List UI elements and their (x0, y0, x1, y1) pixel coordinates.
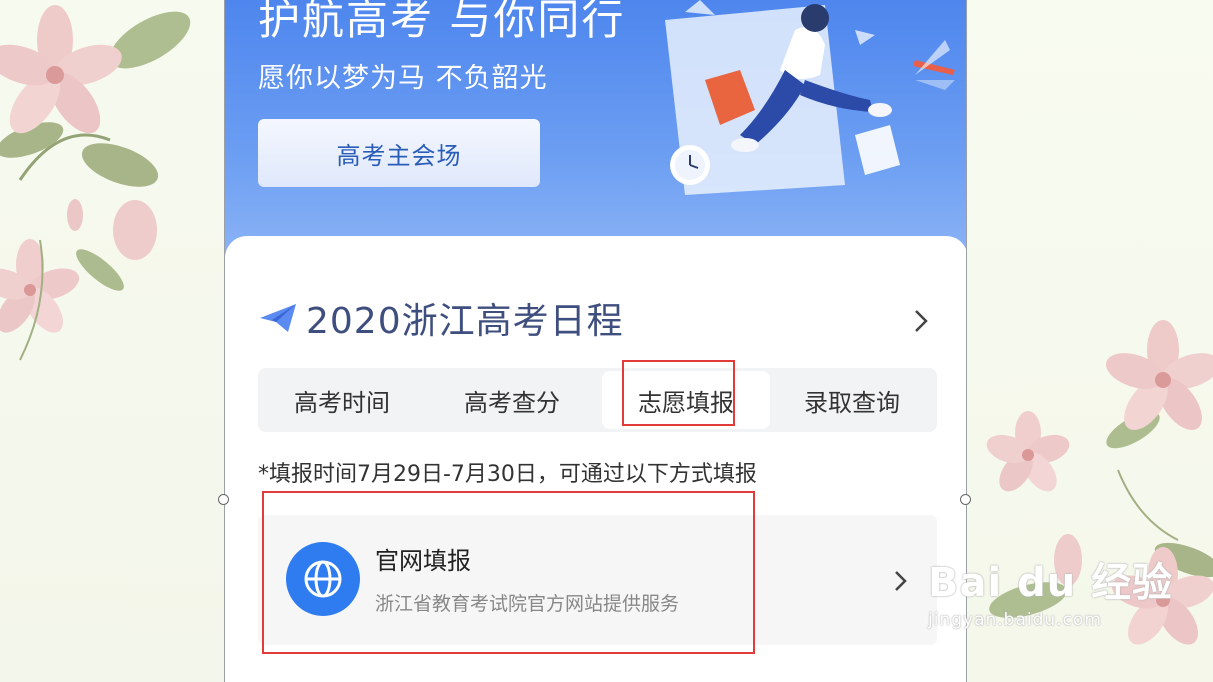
paper-plane-icon (260, 304, 296, 332)
resize-handle-left[interactable] (218, 494, 229, 505)
watermark-brand: Bai du 经验 (928, 560, 1174, 606)
gaokao-banner: 护航高考 与你同行 愿你以梦为马 不负韶光 高考主会场 (225, 0, 966, 260)
baidu-jingyan-watermark: Bai du 经验 jingyan.baidu.com (928, 550, 1173, 630)
resize-handle-right[interactable] (960, 494, 971, 505)
option-highlight-box (262, 491, 755, 654)
schedule-tabs: 高考时间 高考查分 志愿填报 录取查询 (258, 368, 937, 432)
card-title: 2020浙江高考日程 (306, 301, 624, 342)
application-note: *填报时间7月29日-7月30日，可通过以下方式填报 (258, 462, 757, 487)
chevron-right-icon[interactable] (913, 308, 929, 334)
tab-score-query[interactable]: 高考查分 (428, 368, 596, 432)
option-chevron-right-icon[interactable] (893, 569, 907, 593)
tab-highlight-box (622, 360, 735, 426)
main-venue-button[interactable]: 高考主会场 (258, 119, 540, 187)
card-header[interactable]: 2020浙江高考日程 (258, 293, 624, 343)
tab-admission-query[interactable]: 录取查询 (768, 368, 936, 432)
student-illustration (665, 0, 955, 195)
banner-subtitle: 愿你以梦为马 不负韶光 (258, 63, 548, 94)
watermark-url: jingyan.baidu.com (928, 610, 1102, 630)
floral-background-left (0, 0, 224, 682)
tab-exam-time[interactable]: 高考时间 (258, 368, 426, 432)
banner-title: 护航高考 与你同行 (258, 0, 626, 44)
